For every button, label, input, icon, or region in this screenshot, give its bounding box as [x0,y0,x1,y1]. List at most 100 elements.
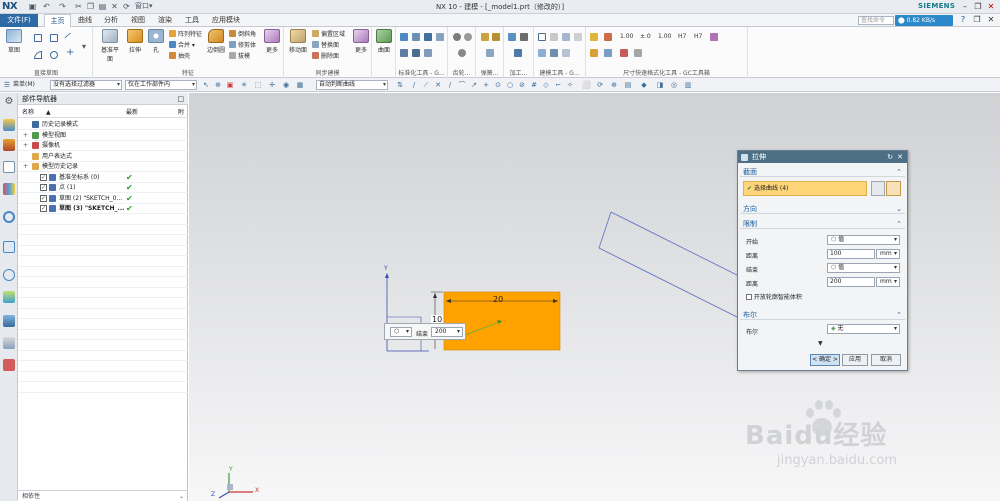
limits-header[interactable]: 限制 ⌃ [740,219,905,229]
direction-header[interactable]: 方向 ⌄ [740,204,905,214]
gc-tool-icon[interactable] [424,33,432,41]
sketch-button[interactable]: 草图 [3,29,25,54]
delete-face-button[interactable]: 删除面 [312,52,339,61]
pattern-feature-button[interactable]: 阵列特征 [169,30,202,39]
tab-tools[interactable]: 工具 [180,14,204,27]
visibility-checkbox[interactable]: ✓ [40,184,47,191]
draft-button[interactable]: 拔模 [229,52,250,61]
expand-icon[interactable]: + [23,141,28,150]
dim-tool-icon[interactable] [604,33,612,41]
gear-icon[interactable]: ⚙ [3,96,15,108]
command-search-input[interactable]: 查找命令 [858,16,894,25]
more-sketch-icon[interactable]: ▾ [82,42,90,51]
line-icon[interactable] [64,32,76,44]
shell-button[interactable]: 抽壳 [169,52,190,61]
shading-icon[interactable]: ◆ [640,81,648,89]
tab-home[interactable]: 主页 [44,14,71,27]
tab-curve[interactable]: 曲线 [73,14,97,27]
tab-render[interactable]: 渲染 [153,14,177,27]
web-browser-icon[interactable] [3,241,15,253]
assembly-navigator-icon[interactable] [3,119,15,131]
dim-tool-icon[interactable] [590,49,598,57]
snap-control-icon[interactable]: ⟋ [422,81,430,89]
select-all-icon[interactable]: ▣ [226,81,234,89]
tree-item[interactable]: ✓ 草图 (3) "SKETCH_... ✔ [18,204,188,213]
dimension-width-label[interactable]: 20 [493,295,503,304]
open-profile-checkbox[interactable]: 开放轮廓智能体积 [746,292,802,301]
modeling-tool-icon[interactable] [550,33,558,41]
tree-item[interactable]: ✓ 草图 (2) "SKETCH_0... ✔ [18,194,188,203]
tab-applications[interactable]: 应用模块 [208,14,244,27]
spring-icon[interactable] [492,33,500,41]
view-orient-icon[interactable]: ◎ [670,81,678,89]
surface-button[interactable]: 曲面 [373,29,395,54]
close-icon[interactable]: ✕ [897,151,903,163]
dim-format-button[interactable]: H7 [678,32,686,41]
menu-button[interactable]: 菜单(M) [13,80,35,89]
zoom-icon[interactable]: ⊕ [610,81,618,89]
collapse-icon[interactable]: ⌃ [896,219,902,229]
history-icon[interactable] [3,269,15,281]
edge-blend-button[interactable]: 边倒圆 [205,29,227,54]
tree-item[interactable]: 历史记录模式 [18,120,188,129]
offset-region-button[interactable]: 偏置区域 [312,30,345,39]
modeling-tool-icon[interactable] [538,33,546,41]
system-materials-icon[interactable] [3,291,15,303]
snap-point-icon[interactable]: + [482,81,490,89]
tree-item[interactable]: + 模型视图 [18,131,188,140]
tree-item[interactable]: 用户表达式 [18,152,188,161]
visibility-checkbox[interactable]: ✓ [40,194,47,202]
column-latest[interactable]: 最新 [126,108,138,118]
sketch-section-icon[interactable] [871,181,885,196]
point-icon[interactable]: + [66,48,74,58]
end-distance-input[interactable]: 200 [431,327,463,337]
snap-tangent-icon[interactable]: ∕ [446,81,454,89]
gc-tool-icon[interactable] [400,33,408,41]
gc-tool-icon[interactable] [436,33,444,41]
visibility-checkbox[interactable]: ✓ [40,173,47,181]
tree-item[interactable]: + 摄像机 [18,141,188,150]
tree-item[interactable]: ✓ 点 (1) ✔ [18,183,188,192]
expand-icon[interactable]: + [23,131,28,140]
gear-icon[interactable] [453,33,461,41]
manufacturing-wizard-icon[interactable] [3,337,15,349]
maximize-icon[interactable]: ❐ [973,2,983,12]
selection-filter-select[interactable]: 没有选择过滤器 [50,80,122,90]
dim-tool-icon[interactable] [634,49,642,57]
modeling-tool-icon[interactable] [562,49,570,57]
menu-icon[interactable]: ☰ [3,81,11,89]
reuse-library-icon[interactable] [3,183,15,195]
cancel-button[interactable]: 取消 [871,354,901,366]
select-icon[interactable]: ↖ [202,81,210,89]
close-icon[interactable]: ✕ [986,2,996,12]
feature-more-button[interactable]: 更多 [261,29,283,54]
gc-tool-icon[interactable] [400,49,408,57]
dim-tool-icon[interactable] [710,33,718,41]
profile-icon[interactable] [34,34,42,42]
column-name[interactable]: 名称 [22,108,34,118]
apply-button[interactable]: 应用 [842,354,868,366]
boolean-header[interactable]: 布尔 ⌃ [740,310,905,320]
snap-pole-icon[interactable]: ⊘ [518,81,526,89]
snap-mid-icon[interactable]: / [410,81,418,89]
machining-icon[interactable] [508,33,516,41]
machining-icon[interactable] [514,49,522,57]
expand-icon[interactable]: + [23,162,28,171]
visibility-checkbox[interactable]: ✓ [40,205,47,212]
end-unit-select[interactable]: mm [876,277,900,287]
minimize-icon[interactable]: – [960,2,970,12]
arc-icon[interactable] [34,51,42,59]
extrude-button[interactable]: 拉伸 [124,29,146,54]
column-attached[interactable]: 附 [178,108,184,118]
component-icon[interactable]: ▦ [296,81,304,89]
selection-scope-select[interactable]: 仅在工作部件内 [125,80,197,90]
replace-face-button[interactable]: 替换面 [312,41,339,50]
snap-arc-icon[interactable]: ⌒ [458,81,466,89]
collapse-icon[interactable]: ⌃ [896,310,902,320]
refresh-icon[interactable]: ⟳ [596,81,604,89]
ribbon-restore-icon[interactable]: ❐ [972,15,982,25]
hd3d-icon[interactable] [3,211,15,223]
snap-grid-icon[interactable]: # [530,81,538,89]
start-type-select[interactable]: ⬡ 值 [827,235,900,245]
dependency-panel[interactable]: 相依性 ⌄ [18,490,188,501]
